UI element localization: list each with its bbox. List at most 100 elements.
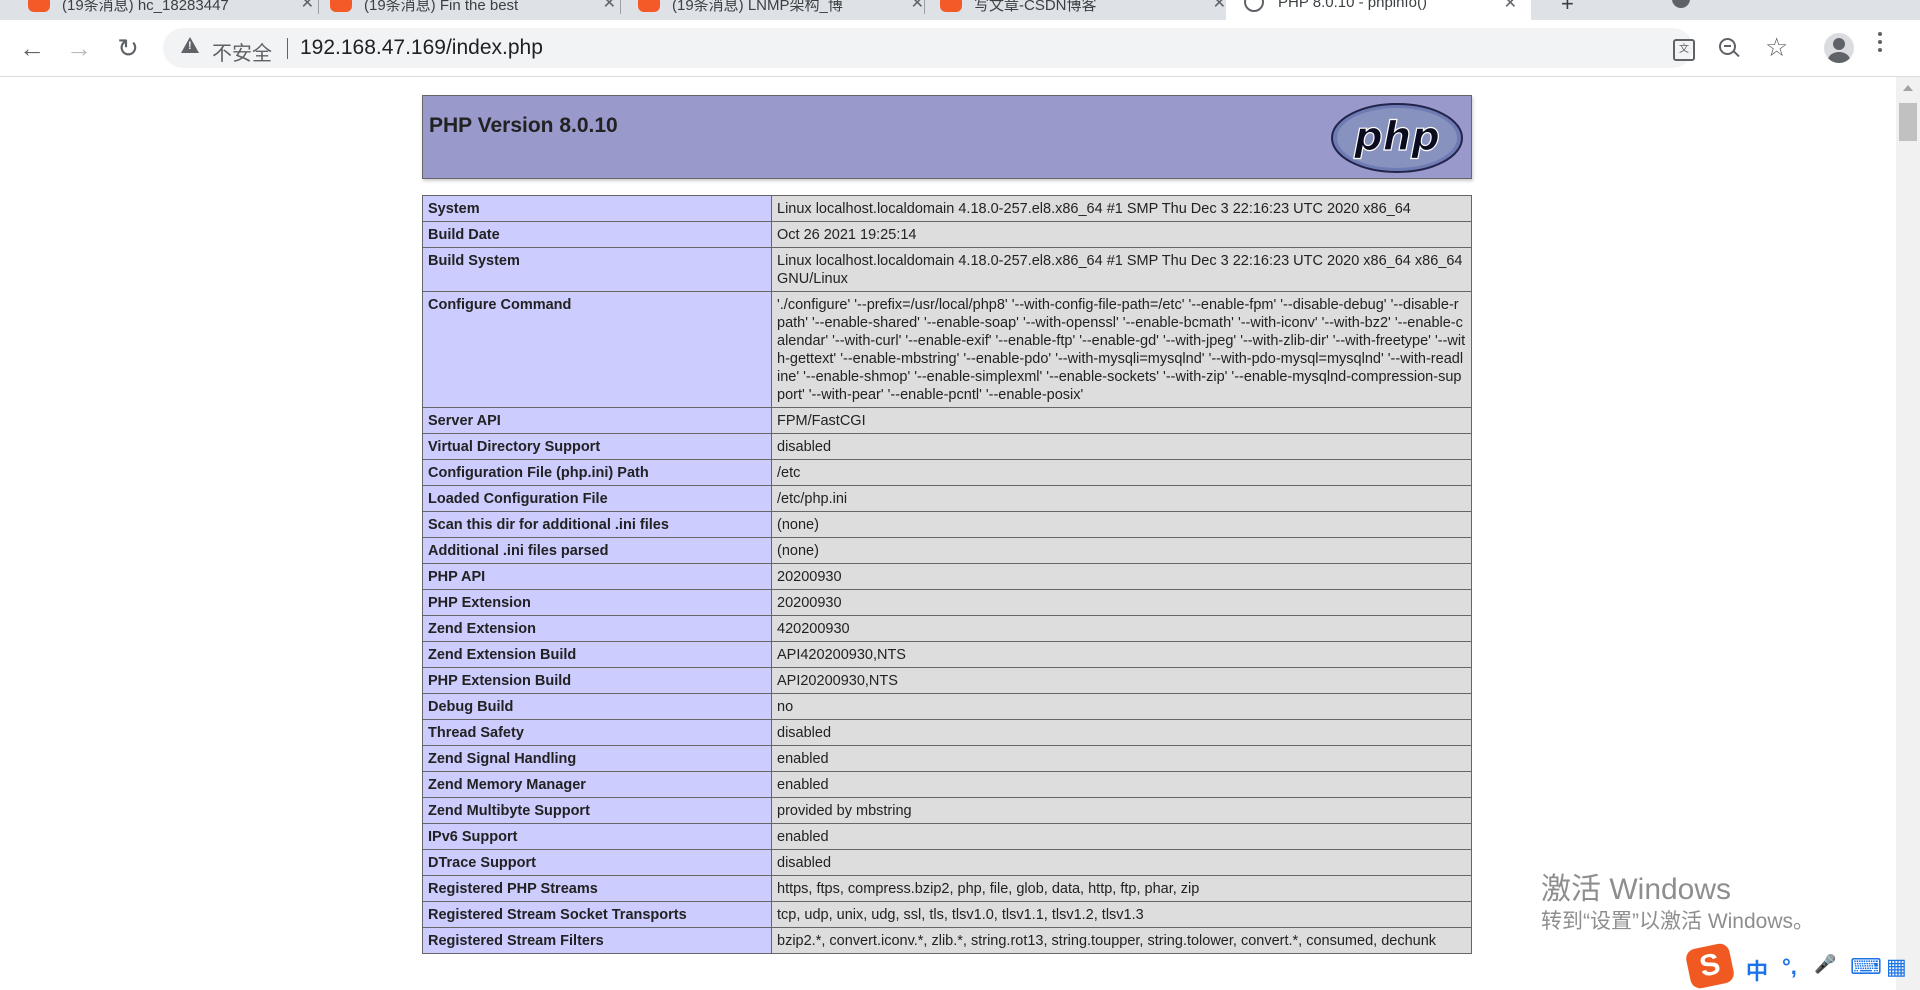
config-key: Loaded Configuration File bbox=[422, 485, 772, 512]
ime-microphone-icon[interactable]: 🎤 bbox=[1814, 954, 1836, 975]
tab-strip: (19条消息) hc_18283447 ✕ (19条消息) Fin the be… bbox=[0, 0, 1920, 20]
tab-close-icon[interactable]: ✕ bbox=[1213, 0, 1226, 13]
profile-avatar-icon[interactable] bbox=[1824, 33, 1854, 63]
tab-3[interactable]: (19条消息) LNMP架构_博 ✕ bbox=[638, 0, 938, 20]
config-key: Zend Memory Manager bbox=[422, 771, 772, 798]
php-logo-text: php bbox=[1353, 114, 1440, 160]
config-key: Configure Command bbox=[422, 291, 772, 408]
table-row: Virtual Directory Support disabled bbox=[422, 433, 1472, 460]
table-row: Registered Stream Filters bzip2.*, conver… bbox=[422, 927, 1472, 954]
table-row: PHP API 20200930 bbox=[422, 563, 1472, 590]
config-value: enabled bbox=[771, 771, 1472, 798]
tab-close-icon[interactable]: ✕ bbox=[603, 0, 616, 13]
forward-arrow-icon[interactable]: → bbox=[61, 30, 97, 66]
config-value: 20200930 bbox=[771, 589, 1472, 616]
activation-title: 激活 Windows bbox=[1541, 873, 1732, 906]
phpinfo-table: System Linux localhost.localdomain 4.18.0… bbox=[422, 195, 1472, 954]
config-value: no bbox=[771, 693, 1472, 720]
config-value: Oct 26 2021 19:25:14 bbox=[771, 221, 1472, 248]
tab-close-icon[interactable]: ✕ bbox=[911, 0, 924, 13]
bookmark-star-icon[interactable]: ☆ bbox=[1765, 32, 1788, 63]
ime-keyboard-icon[interactable]: ⌨ bbox=[1850, 954, 1882, 980]
back-arrow-icon[interactable]: ← bbox=[14, 30, 50, 66]
config-key: Scan this dir for additional .ini files bbox=[422, 511, 772, 538]
address-bar[interactable]: 不安全 192.168.47.169/index.php 文 ☆ bbox=[163, 28, 1788, 68]
browser-toolbar: ← → ↻ 不安全 192.168.47.169/index.php 文 ☆ bbox=[0, 20, 1920, 77]
config-value: 20200930 bbox=[771, 563, 1472, 590]
reload-icon[interactable]: ↻ bbox=[110, 30, 146, 66]
tab-title: 写文章-CSDN博客 bbox=[974, 0, 1097, 14]
tab-title: PHP 8.0.10 - phpinfo() bbox=[1278, 0, 1427, 11]
tab-separator bbox=[620, 0, 621, 14]
config-value: tcp, udp, unix, udg, ssl, tls, tlsv1.0, … bbox=[771, 901, 1472, 928]
config-key: Zend Extension bbox=[422, 615, 772, 642]
tab-close-icon[interactable]: ✕ bbox=[301, 0, 314, 13]
scroll-up-arrow-icon[interactable] bbox=[1903, 85, 1913, 91]
config-value: API420200930,NTS bbox=[771, 641, 1472, 668]
config-key: Registered Stream Filters bbox=[422, 927, 772, 954]
zoom-out-icon[interactable] bbox=[1719, 38, 1736, 55]
config-value: FPM/FastCGI bbox=[771, 407, 1472, 434]
config-key: Build System bbox=[422, 247, 772, 292]
windows-activation-watermark: 激活 Windows 转到“设置”以激活 Windows。 bbox=[1541, 872, 1814, 936]
table-row: Zend Memory Manager enabled bbox=[422, 771, 1472, 798]
security-status-label[interactable]: 不安全 bbox=[212, 37, 272, 66]
config-key: Zend Multibyte Support bbox=[422, 797, 772, 824]
new-tab-button[interactable]: + bbox=[1561, 0, 1574, 17]
config-key: Zend Signal Handling bbox=[422, 745, 772, 772]
table-row: DTrace Support disabled bbox=[422, 849, 1472, 876]
warning-triangle-icon[interactable] bbox=[181, 37, 199, 53]
config-key: Debug Build bbox=[422, 693, 772, 720]
table-row: Server API FPM/FastCGI bbox=[422, 407, 1472, 434]
csdn-favicon-icon bbox=[940, 0, 962, 12]
page-title: PHP Version 8.0.10 bbox=[429, 114, 618, 137]
config-value: /etc bbox=[771, 459, 1472, 486]
config-key: PHP Extension bbox=[422, 589, 772, 616]
ime-punctuation-icon[interactable]: °, bbox=[1782, 954, 1797, 980]
config-value: disabled bbox=[771, 433, 1472, 460]
tab-separator bbox=[318, 0, 319, 14]
table-row: Loaded Configuration File/etc/php.ini bbox=[422, 485, 1472, 512]
table-row: Additional .ini files parsed (none) bbox=[422, 537, 1472, 564]
ime-grid-icon[interactable]: ▦ bbox=[1886, 954, 1907, 980]
table-row: Zend Extension Build API420200930,NTS bbox=[422, 641, 1472, 668]
config-value: './configure' '--prefix=/usr/local/php8'… bbox=[771, 291, 1472, 408]
scrollbar-thumb[interactable] bbox=[1899, 103, 1917, 141]
tab-title: (19条消息) hc_18283447 bbox=[62, 0, 229, 14]
phpinfo-header: PHP Version 8.0.10 php bbox=[422, 95, 1472, 179]
config-key: PHP API bbox=[422, 563, 772, 590]
table-row: System Linux localhost.localdomain 4.18.0… bbox=[422, 195, 1472, 222]
tab-5-active[interactable]: PHP 8.0.10 - phpinfo() ✕ bbox=[1226, 0, 1531, 20]
tab-close-icon[interactable]: ✕ bbox=[1504, 0, 1517, 13]
vertical-scrollbar[interactable] bbox=[1896, 77, 1920, 990]
tab-4[interactable]: 写文章-CSDN博客 ✕ bbox=[940, 0, 1240, 20]
config-value: (none) bbox=[771, 511, 1472, 538]
ime-toolbar: S 中 °, 🎤 ⌨ ▦ bbox=[1684, 941, 1920, 990]
sogou-logo-icon[interactable]: S bbox=[1684, 941, 1736, 990]
table-row: Build Date Oct 26 2021 19:25:14 bbox=[422, 221, 1472, 248]
ime-chinese-mode-icon[interactable]: 中 bbox=[1746, 954, 1768, 986]
config-key: Registered PHP Streams bbox=[422, 875, 772, 902]
address-divider bbox=[287, 38, 288, 59]
config-value: 420200930 bbox=[771, 615, 1472, 642]
url-text[interactable]: 192.168.47.169/index.php bbox=[300, 36, 543, 60]
translate-icon[interactable]: 文 bbox=[1673, 39, 1695, 61]
table-row: Build System Linux localhost.localdomain … bbox=[422, 247, 1472, 292]
menu-kebab-icon[interactable] bbox=[1877, 32, 1883, 56]
tab-title: (19条消息) Fin the best bbox=[364, 0, 519, 14]
table-row: Configure Command './configure' '--prefix… bbox=[422, 291, 1472, 408]
config-key: Thread Safety bbox=[422, 719, 772, 746]
activation-subtitle: 转到“设置”以激活 Windows。 bbox=[1541, 910, 1815, 933]
tab-1[interactable]: (19条消息) hc_18283447 ✕ bbox=[28, 0, 328, 20]
config-key: Build Date bbox=[422, 221, 772, 248]
config-key: IPv6 Support bbox=[422, 823, 772, 850]
config-key: Registered Stream Socket Transports bbox=[422, 901, 772, 928]
config-value: bzip2.*, convert.iconv.*, zlib.*, string… bbox=[771, 927, 1472, 954]
tab-search-icon[interactable] bbox=[1672, 0, 1690, 8]
table-row: Zend Signal Handling enabled bbox=[422, 745, 1472, 772]
table-row: PHP Extension Build API20200930,NTS bbox=[422, 667, 1472, 694]
tab-2[interactable]: (19条消息) Fin the best ✕ bbox=[330, 0, 630, 20]
config-value: provided by mbstring bbox=[771, 797, 1472, 824]
table-row: Registered Stream Socket Transports tcp, … bbox=[422, 901, 1472, 928]
php-logo-icon: php bbox=[1331, 103, 1463, 173]
